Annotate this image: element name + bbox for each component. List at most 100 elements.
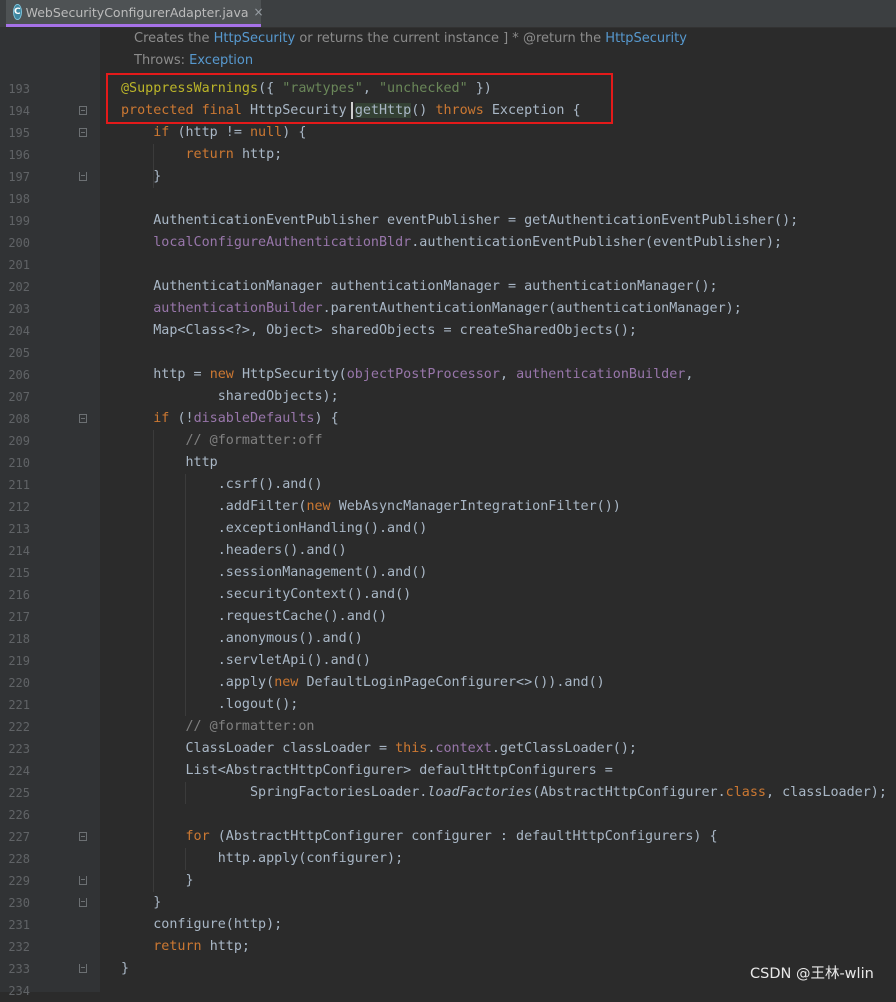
code-text[interactable]: @SuppressWarnings({ "rawtypes", "uncheck… — [121, 78, 492, 100]
line-number[interactable]: 232 — [0, 936, 30, 958]
line-number[interactable]: 229 — [0, 870, 30, 892]
code-text[interactable]: .securityContext().and() — [121, 584, 412, 606]
javadoc-text[interactable]: HttpSecurity — [214, 31, 296, 46]
line-number[interactable]: 209 — [0, 430, 30, 452]
fold-marker-icon[interactable] — [79, 414, 87, 423]
line-number[interactable]: 222 — [0, 716, 30, 738]
code-text[interactable]: // @formatter:on — [121, 716, 315, 738]
code-text[interactable]: http = new HttpSecurity(objectPostProces… — [121, 364, 693, 386]
code-text[interactable]: return http; — [121, 144, 283, 166]
line-number[interactable]: 200 — [0, 232, 30, 254]
code-text[interactable]: return http; — [121, 936, 250, 958]
fold-marker-icon[interactable] — [79, 172, 87, 181]
code-text[interactable]: Map<Class<?>, Object> sharedObjects = cr… — [121, 320, 637, 342]
code-text[interactable]: .headers().and() — [121, 540, 347, 562]
line-number[interactable]: 212 — [0, 496, 30, 518]
code-text[interactable]: .apply(new DefaultLoginPageConfigurer<>(… — [121, 672, 605, 694]
line-number[interactable]: 227 — [0, 826, 30, 848]
fold-marker-icon[interactable] — [79, 964, 87, 973]
line-number[interactable]: 213 — [0, 518, 30, 540]
javadoc-text: Throws: — [134, 53, 190, 68]
code-token: ) { — [314, 411, 339, 426]
fold-marker-icon[interactable] — [79, 832, 87, 841]
line-number[interactable]: 215 — [0, 562, 30, 584]
line-number[interactable]: 228 — [0, 848, 30, 870]
code-token: } — [121, 873, 194, 888]
line-number[interactable]: 221 — [0, 694, 30, 716]
code-text[interactable]: List<AbstractHttpConfigurer> defaultHttp… — [121, 760, 612, 782]
line-number[interactable]: 204 — [0, 320, 30, 342]
code-text[interactable]: .logout(); — [121, 694, 299, 716]
code-text[interactable]: .servletApi().and() — [121, 650, 371, 672]
line-number[interactable]: 199 — [0, 210, 30, 232]
line-number[interactable]: 225 — [0, 782, 30, 804]
code-text[interactable]: authenticationBuilder.parentAuthenticati… — [121, 298, 742, 320]
line-number[interactable]: 194 — [0, 100, 30, 122]
code-text[interactable]: localConfigureAuthenticationBldr.authent… — [121, 232, 782, 254]
code-text[interactable]: http.apply(configurer); — [121, 848, 403, 870]
code-text[interactable]: SpringFactoriesLoader.loadFactories(Abst… — [121, 782, 887, 804]
code-text[interactable]: if (!disableDefaults) { — [121, 408, 339, 430]
line-number[interactable]: 195 — [0, 122, 30, 144]
code-token: if — [153, 125, 178, 140]
line-number[interactable]: 206 — [0, 364, 30, 386]
line-number[interactable]: 230 — [0, 892, 30, 914]
code-text[interactable]: AuthenticationEventPublisher eventPublis… — [121, 210, 798, 232]
line-number[interactable]: 220 — [0, 672, 30, 694]
line-number[interactable]: 205 — [0, 342, 30, 364]
line-number[interactable]: 196 — [0, 144, 30, 166]
code-text[interactable]: for (AbstractHttpConfigurer configurer :… — [121, 826, 718, 848]
code-text[interactable]: } — [121, 870, 194, 892]
code-text[interactable]: } — [121, 892, 161, 914]
javadoc-text[interactable]: HttpSecurity — [605, 31, 687, 46]
code-token: new — [306, 499, 339, 514]
line-number[interactable]: 198 — [0, 188, 30, 210]
line-number[interactable]: 223 — [0, 738, 30, 760]
code-text[interactable]: .sessionManagement().and() — [121, 562, 428, 584]
code-text[interactable]: ClassLoader classLoader = this.context.g… — [121, 738, 637, 760]
code-text[interactable]: if (http != null) { — [121, 122, 306, 144]
code-text[interactable]: configure(http); — [121, 914, 282, 936]
line-number[interactable]: 219 — [0, 650, 30, 672]
file-tab[interactable]: C WebSecurityConfigurerAdapter.java × — [6, 0, 264, 27]
code-text[interactable]: sharedObjects); — [121, 386, 339, 408]
code-text[interactable]: // @formatter:off — [121, 430, 323, 452]
line-number[interactable]: 217 — [0, 606, 30, 628]
code-text[interactable]: .exceptionHandling().and() — [121, 518, 428, 540]
line-number[interactable]: 224 — [0, 760, 30, 782]
code-token: class — [725, 785, 766, 800]
code-text[interactable]: http — [121, 452, 217, 474]
fold-marker-icon[interactable] — [79, 876, 87, 885]
code-text[interactable]: .requestCache().and() — [121, 606, 387, 628]
line-number[interactable]: 207 — [0, 386, 30, 408]
line-number[interactable]: 226 — [0, 804, 30, 826]
line-number[interactable]: 231 — [0, 914, 30, 936]
code-text[interactable]: } — [121, 958, 129, 980]
code-text[interactable]: .addFilter(new WebAsyncManagerIntegratio… — [121, 496, 621, 518]
line-number[interactable]: 216 — [0, 584, 30, 606]
code-token: new — [274, 675, 307, 690]
line-number[interactable]: 193 — [0, 78, 30, 100]
line-number[interactable]: 211 — [0, 474, 30, 496]
line-number[interactable]: 233 — [0, 958, 30, 980]
line-number[interactable]: 197 — [0, 166, 30, 188]
line-number[interactable]: 202 — [0, 276, 30, 298]
line-number[interactable]: 234 — [0, 980, 30, 1002]
line-number[interactable]: 210 — [0, 452, 30, 474]
code-text[interactable]: .csrf().and() — [121, 474, 323, 496]
code-text[interactable]: .anonymous().and() — [121, 628, 363, 650]
line-number[interactable]: 214 — [0, 540, 30, 562]
line-number[interactable]: 201 — [0, 254, 30, 276]
line-number[interactable]: 218 — [0, 628, 30, 650]
line-number[interactable]: 208 — [0, 408, 30, 430]
code-text[interactable]: } — [121, 166, 161, 188]
fold-marker-icon[interactable] — [79, 898, 87, 907]
javadoc-text[interactable]: Exception — [189, 53, 253, 68]
fold-marker-icon[interactable] — [79, 106, 87, 115]
code-text[interactable]: AuthenticationManager authenticationMana… — [121, 276, 717, 298]
watermark: CSDN @王林-wlin — [750, 966, 874, 982]
fold-marker-icon[interactable] — [79, 128, 87, 137]
line-number[interactable]: 203 — [0, 298, 30, 320]
close-icon[interactable]: × — [254, 5, 264, 19]
code-line: 193 @SuppressWarnings({ "rawtypes", "unch… — [0, 78, 896, 100]
